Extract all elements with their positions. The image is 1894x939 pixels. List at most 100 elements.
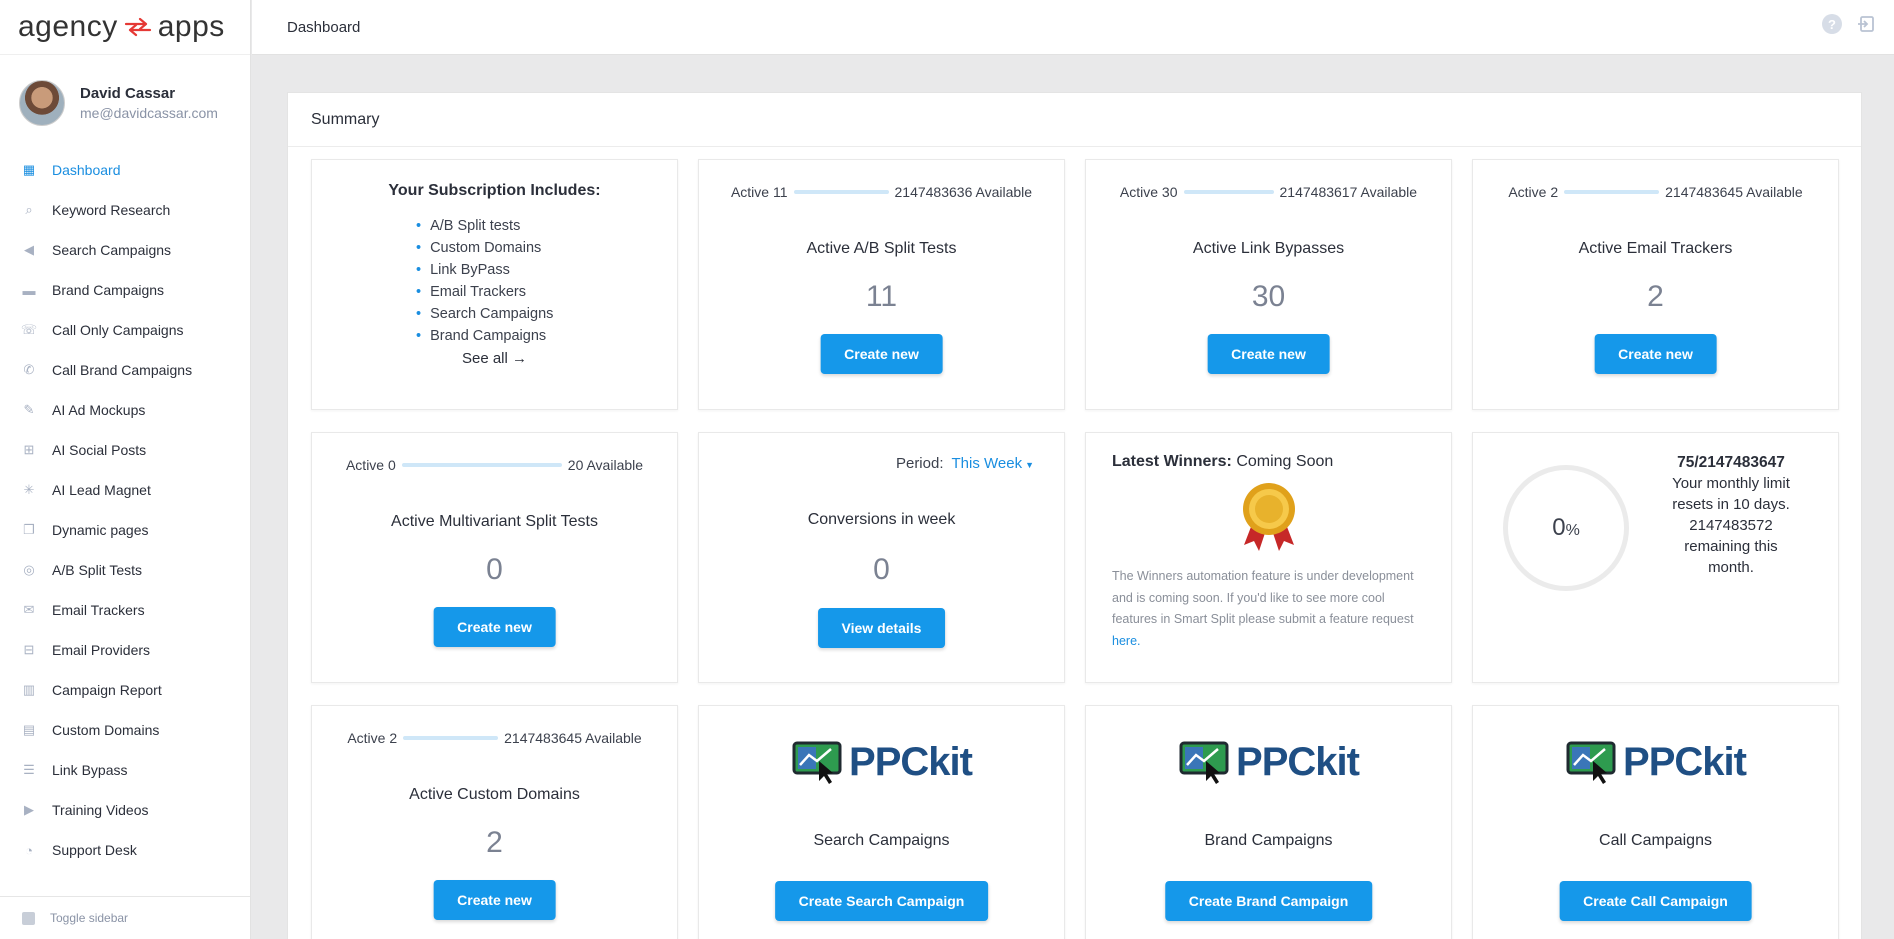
ppckit-logo-icon (1179, 741, 1229, 784)
sidebar-item-label: A/B Split Tests (52, 562, 143, 578)
card-value: 0 (486, 553, 503, 586)
monthly-limit-card: 0% 75/2147483647 Your monthly limit rese… (1472, 432, 1839, 683)
sidebar-item-label: Dashboard (52, 162, 121, 178)
user-name: David Cassar (80, 84, 176, 102)
active-count: Active 30 (1119, 184, 1178, 200)
card-value: 11 (865, 280, 898, 313)
building-icon: ▤ (22, 722, 36, 737)
sidebar-item-label: Brand Campaigns (52, 282, 165, 298)
sidebar-item-ai-ad-mockups[interactable]: ✎ AI Ad Mockups (0, 390, 250, 430)
sidebar-item-keyword-research[interactable]: ⌕ Keyword Research (0, 190, 250, 230)
card-title: Call Campaigns (1599, 832, 1712, 849)
custom-domains-card: Active 2 2147483645 Available Active Cus… (311, 705, 678, 939)
ppckit-logo-icon (1566, 741, 1616, 784)
social-icon: ⊞ (23, 442, 35, 457)
usage-bar: Active 11 2147483636 Available (699, 184, 1064, 200)
sidebar-item-label: Training Videos (52, 802, 149, 818)
brand-logo[interactable]: agency apps (0, 0, 250, 55)
megaphone-icon: ◀ (24, 242, 34, 257)
mail-icon: ✉ (23, 602, 35, 617)
usage-bar: Active 30 2147483617 Available (1086, 184, 1451, 200)
toggle-sidebar-button[interactable]: Toggle sidebar (0, 896, 250, 939)
inbox-icon: ⊟ (23, 642, 35, 657)
user-email: me@davidcassar.com (80, 104, 218, 121)
winners-description: The Winners automation feature is under … (1112, 566, 1421, 652)
usage-bar: Active 0 20 Available (312, 457, 677, 473)
ppckit-logo-icon (792, 741, 842, 784)
usage-bar: Active 2 2147483645 Available (312, 730, 677, 746)
sidebar-item-label: AI Social Posts (52, 442, 147, 458)
active-count: Active 2 (347, 730, 398, 746)
ppc-call-card: PPCkit Call Campaigns Create Call Campai… (1472, 705, 1839, 939)
list-icon: ☰ (23, 762, 35, 777)
sidebar-item-label: Support Desk (52, 842, 137, 858)
avatar (19, 79, 65, 126)
sidebar-item-email-trackers[interactable]: ✉ Email Trackers (0, 590, 250, 630)
see-all-label: See all (461, 350, 508, 367)
sidebar-nav: ▦ Dashboard ⌕ Keyword Research ◀ Search Cam… (0, 150, 250, 870)
feature-request-link[interactable]: here. (1112, 634, 1141, 648)
sidebar-item-call-only-campaigns[interactable]: ☏ Call Only Campaigns (0, 310, 250, 350)
sidebar-item-label: Email Trackers (52, 602, 145, 618)
sidebar-item-ai-lead-magnet[interactable]: ✳ AI Lead Magnet (0, 470, 250, 510)
limit-count: 75/2147483647 (1677, 454, 1785, 471)
chevron-down-icon: ▼ (1025, 460, 1034, 470)
arrow-right-icon: → (512, 350, 528, 367)
card-title: Brand Campaigns (1204, 832, 1333, 849)
create-call-campaign-button[interactable]: Create Call Campaign (1559, 881, 1752, 921)
create-brand-campaign-button[interactable]: Create Brand Campaign (1164, 881, 1373, 921)
help-icon[interactable]: ? (1822, 14, 1842, 34)
sidebar-item-dashboard[interactable]: ▦ Dashboard (0, 150, 250, 190)
create-multivariant-button[interactable]: Create new (433, 607, 556, 647)
view-details-button[interactable]: View details (817, 608, 946, 648)
sidebar-item-support-desk[interactable]: ◔ Support Desk (0, 830, 250, 870)
grid-icon: ▦ (22, 162, 36, 177)
toggle-sidebar-label: Toggle sidebar (50, 911, 129, 925)
sidebar-item-label: Link Bypass (52, 762, 128, 778)
phone-icon: ☏ (20, 322, 38, 337)
sidebar-item-brand-campaigns[interactable]: ▬ Brand Campaigns (0, 270, 250, 310)
sidebar-item-label: Call Brand Campaigns (52, 362, 193, 378)
sidebar-item-label: Keyword Research (52, 202, 171, 218)
card-title: Active A/B Split Tests (806, 240, 957, 257)
sidebar-item-training-videos[interactable]: ▶ Training Videos (0, 790, 250, 830)
sidebar-item-ab-split-tests[interactable]: ◎ A/B Split Tests (0, 550, 250, 590)
create-custom-domain-button[interactable]: Create new (433, 880, 556, 920)
logo-text-right: apps (157, 10, 225, 43)
card-title: Active Custom Domains (409, 786, 580, 803)
create-email-tracker-button[interactable]: Create new (1594, 334, 1717, 374)
create-link-bypass-button[interactable]: Create new (1207, 334, 1330, 374)
sidebar-item-call-brand-campaigns[interactable]: ✆ Call Brand Campaigns (0, 350, 250, 390)
usage-progress (401, 463, 562, 467)
sidebar-item-email-providers[interactable]: ⊟ Email Providers (0, 630, 250, 670)
usage-bar: Active 2 2147483645 Available (1473, 184, 1838, 200)
limit-text: remaining this (1684, 538, 1778, 555)
sidebar-item-label: AI Lead Magnet (52, 482, 151, 498)
sidebar-item-ai-social-posts[interactable]: ⊞ AI Social Posts (0, 430, 250, 470)
user-profile[interactable]: David Cassar me@davidcassar.com (0, 55, 250, 150)
ppckit-logo-text: PPCkit (1236, 739, 1360, 784)
medal-icon (1242, 483, 1295, 551)
period-selector[interactable]: Period: This Week ▼ (896, 455, 1034, 472)
create-search-campaign-button[interactable]: Create Search Campaign (774, 881, 989, 921)
sidebar-item-campaign-report[interactable]: ▥ Campaign Report (0, 670, 250, 710)
card-value: 0 (873, 553, 890, 586)
pencil-icon: ✎ (23, 402, 35, 417)
sidebar-item-custom-domains[interactable]: ▤ Custom Domains (0, 710, 250, 750)
link-bypasses-card: Active 30 2147483617 Available Active Li… (1085, 159, 1452, 410)
sidebar-item-link-bypass[interactable]: ☰ Link Bypass (0, 750, 250, 790)
ppckit-logo: PPCkit (1086, 739, 1451, 785)
usage-progress (1564, 190, 1660, 194)
sidebar-item-search-campaigns[interactable]: ◀ Search Campaigns (0, 230, 250, 270)
sidebar-item-dynamic-pages[interactable]: ❐ Dynamic pages (0, 510, 250, 550)
subscription-list: A/B Split tests Custom Domains Link ByPa… (416, 215, 553, 347)
card-title: Active Email Trackers (1578, 240, 1733, 257)
list-item: Search Campaigns (416, 303, 553, 325)
available-count: 20 Available (567, 457, 644, 473)
logout-icon[interactable] (1856, 14, 1876, 34)
see-all-link[interactable]: See all → (312, 350, 677, 367)
card-value: 30 (1251, 280, 1286, 313)
limit-text: Your monthly limit (1672, 475, 1790, 492)
sidebar: agency apps David Cassar me@davidcassar.… (0, 0, 251, 939)
create-ab-test-button[interactable]: Create new (820, 334, 943, 374)
